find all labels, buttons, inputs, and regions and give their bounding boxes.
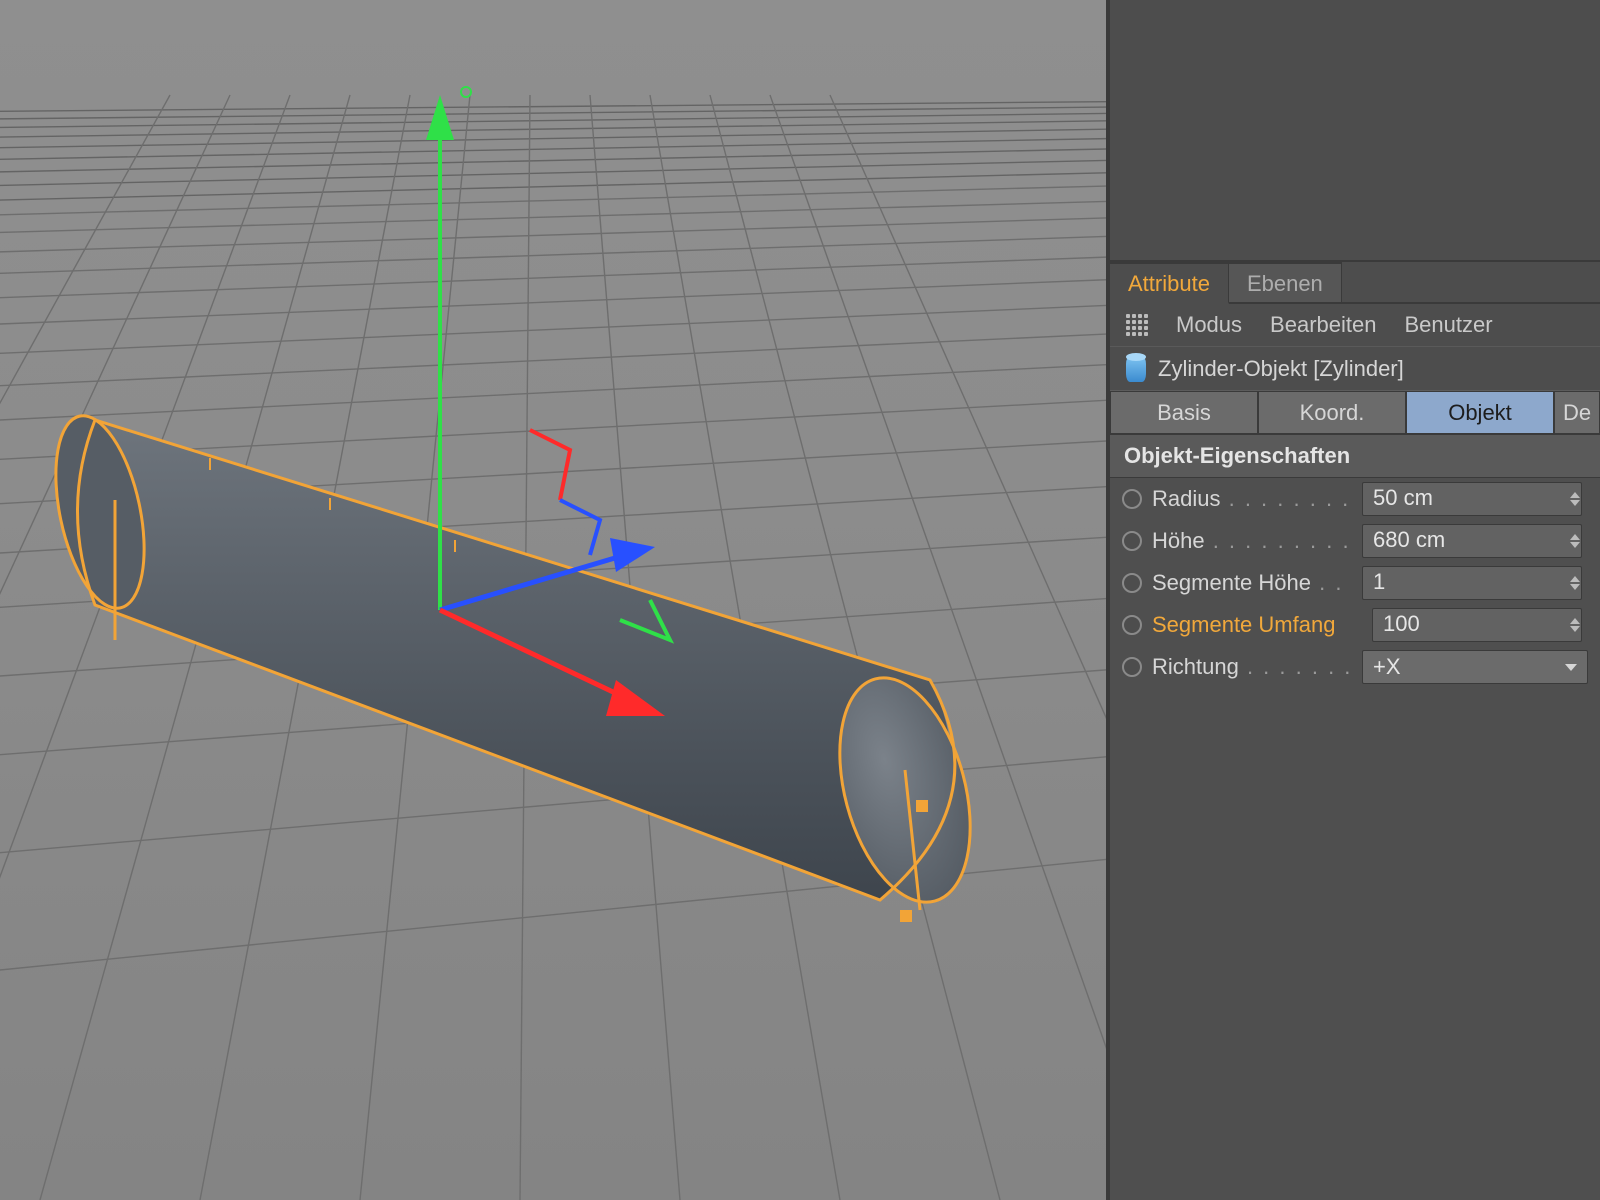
dropdown-richtung[interactable]: +X bbox=[1362, 650, 1588, 684]
input-hoehe[interactable]: 680 cm bbox=[1362, 524, 1582, 558]
label-seg-umfang: Segmente Umfang bbox=[1152, 612, 1362, 638]
anim-dot-richtung[interactable] bbox=[1122, 657, 1142, 677]
subtab-objekt[interactable]: Objekt bbox=[1406, 391, 1554, 434]
subtab-basis[interactable]: Basis bbox=[1110, 391, 1258, 434]
prop-row-seg-hoehe: Segmente Höhe 1 bbox=[1110, 562, 1600, 604]
attributes-panel: Attribute Ebenen Modus Bearbeiten Benutz… bbox=[1106, 0, 1600, 1200]
subtab-truncated[interactable]: De bbox=[1554, 391, 1600, 434]
prop-row-hoehe: Höhe 680 cm bbox=[1110, 520, 1600, 562]
prop-row-seg-umfang: Segmente Umfang 100 bbox=[1110, 604, 1600, 646]
label-richtung: Richtung bbox=[1152, 654, 1352, 680]
subtab-row: Basis Koord. Objekt De bbox=[1110, 390, 1600, 434]
spinner-seg-umfang[interactable] bbox=[1570, 608, 1588, 642]
object-title: Zylinder-Objekt [Zylinder] bbox=[1158, 356, 1404, 382]
anim-dot-hoehe[interactable] bbox=[1122, 531, 1142, 551]
section-objekt-eigenschaften: Objekt-Eigenschaften bbox=[1110, 434, 1600, 478]
input-radius[interactable]: 50 cm bbox=[1362, 482, 1582, 516]
viewport-3d[interactable] bbox=[0, 0, 1106, 1200]
spinner-hoehe[interactable] bbox=[1570, 524, 1588, 558]
attributes-menu-row: Modus Bearbeiten Benutzer bbox=[1110, 304, 1600, 346]
prop-row-richtung: Richtung +X bbox=[1110, 646, 1600, 688]
tab-attribute[interactable]: Attribute bbox=[1110, 262, 1229, 304]
menu-modus[interactable]: Modus bbox=[1176, 312, 1242, 338]
cylinder-icon bbox=[1126, 356, 1146, 382]
subtab-koord[interactable]: Koord. bbox=[1258, 391, 1406, 434]
dropdown-richtung-value: +X bbox=[1373, 654, 1401, 680]
viewport-canvas[interactable] bbox=[0, 0, 1106, 1200]
label-radius: Radius bbox=[1152, 486, 1352, 512]
panel-tab-row: Attribute Ebenen bbox=[1110, 262, 1600, 304]
anim-dot-radius[interactable] bbox=[1122, 489, 1142, 509]
spinner-seg-hoehe[interactable] bbox=[1570, 566, 1588, 600]
anim-dot-seg-hoehe[interactable] bbox=[1122, 573, 1142, 593]
grid-pattern-icon[interactable] bbox=[1126, 314, 1148, 336]
label-seg-hoehe: Segmente Höhe bbox=[1152, 570, 1352, 596]
input-seg-umfang[interactable]: 100 bbox=[1372, 608, 1582, 642]
menu-benutzer[interactable]: Benutzer bbox=[1404, 312, 1492, 338]
anim-dot-seg-umfang[interactable] bbox=[1122, 615, 1142, 635]
tab-ebenen[interactable]: Ebenen bbox=[1229, 262, 1342, 302]
object-header-row: Zylinder-Objekt [Zylinder] bbox=[1110, 346, 1600, 390]
spinner-radius[interactable] bbox=[1570, 482, 1588, 516]
menu-bearbeiten[interactable]: Bearbeiten bbox=[1270, 312, 1376, 338]
label-hoehe: Höhe bbox=[1152, 528, 1352, 554]
panel-empty-area bbox=[1110, 0, 1600, 262]
input-seg-hoehe[interactable]: 1 bbox=[1362, 566, 1582, 600]
chevron-down-icon bbox=[1565, 664, 1577, 671]
prop-row-radius: Radius 50 cm bbox=[1110, 478, 1600, 520]
